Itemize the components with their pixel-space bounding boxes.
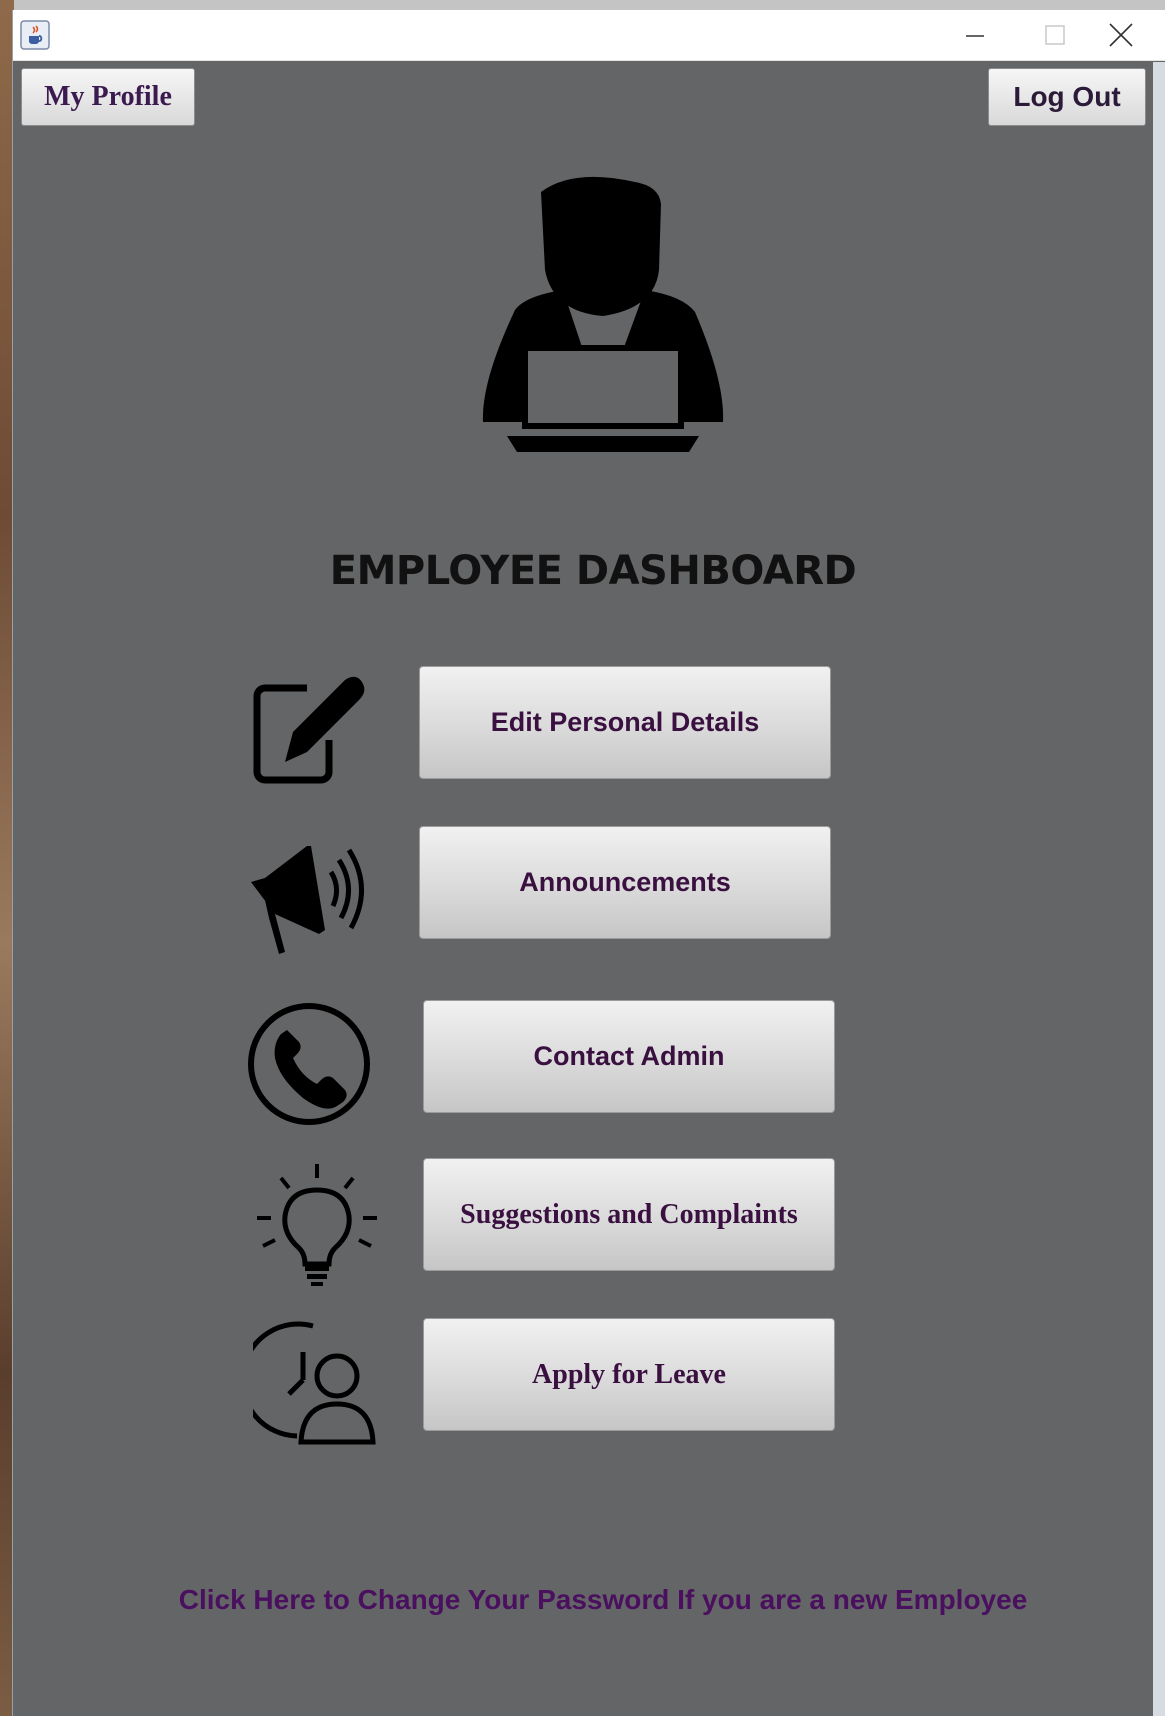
- close-icon: [1109, 23, 1133, 47]
- edit-personal-details-button[interactable]: Edit Personal Details: [419, 666, 831, 779]
- log-out-button[interactable]: Log Out: [988, 68, 1146, 126]
- change-password-link[interactable]: Click Here to Change Your Password If yo…: [113, 1584, 1093, 1616]
- lightbulb-icon: [257, 1164, 377, 1286]
- announcements-button[interactable]: Announcements: [419, 826, 831, 939]
- minimize-button[interactable]: [945, 10, 1005, 60]
- app-window: My Profile Log Out EMPLOYEE DASHBOARD Ed…: [12, 10, 1165, 1716]
- my-profile-button[interactable]: My Profile: [21, 68, 195, 126]
- close-button[interactable]: [1091, 10, 1151, 60]
- apply-for-leave-button[interactable]: Apply for Leave: [423, 1318, 835, 1431]
- suggestions-and-complaints-button[interactable]: Suggestions and Complaints: [423, 1158, 835, 1271]
- java-coffee-cup-icon[interactable]: [20, 20, 50, 50]
- maximize-button[interactable]: [1025, 10, 1085, 60]
- page-title: EMPLOYEE DASHBOARD: [329, 548, 857, 594]
- window-right-border: [1153, 62, 1165, 1716]
- employee-at-laptop-icon: [482, 176, 724, 452]
- clock-person-icon: [253, 1321, 376, 1445]
- contact-admin-button[interactable]: Contact Admin: [423, 1000, 835, 1113]
- minimize-icon: [966, 35, 984, 37]
- phone-circle-icon: [248, 1003, 370, 1125]
- megaphone-icon: [251, 846, 364, 954]
- edit-square-pencil-icon: [253, 676, 365, 784]
- maximize-icon: [1045, 25, 1065, 45]
- title-bar[interactable]: [13, 10, 1165, 61]
